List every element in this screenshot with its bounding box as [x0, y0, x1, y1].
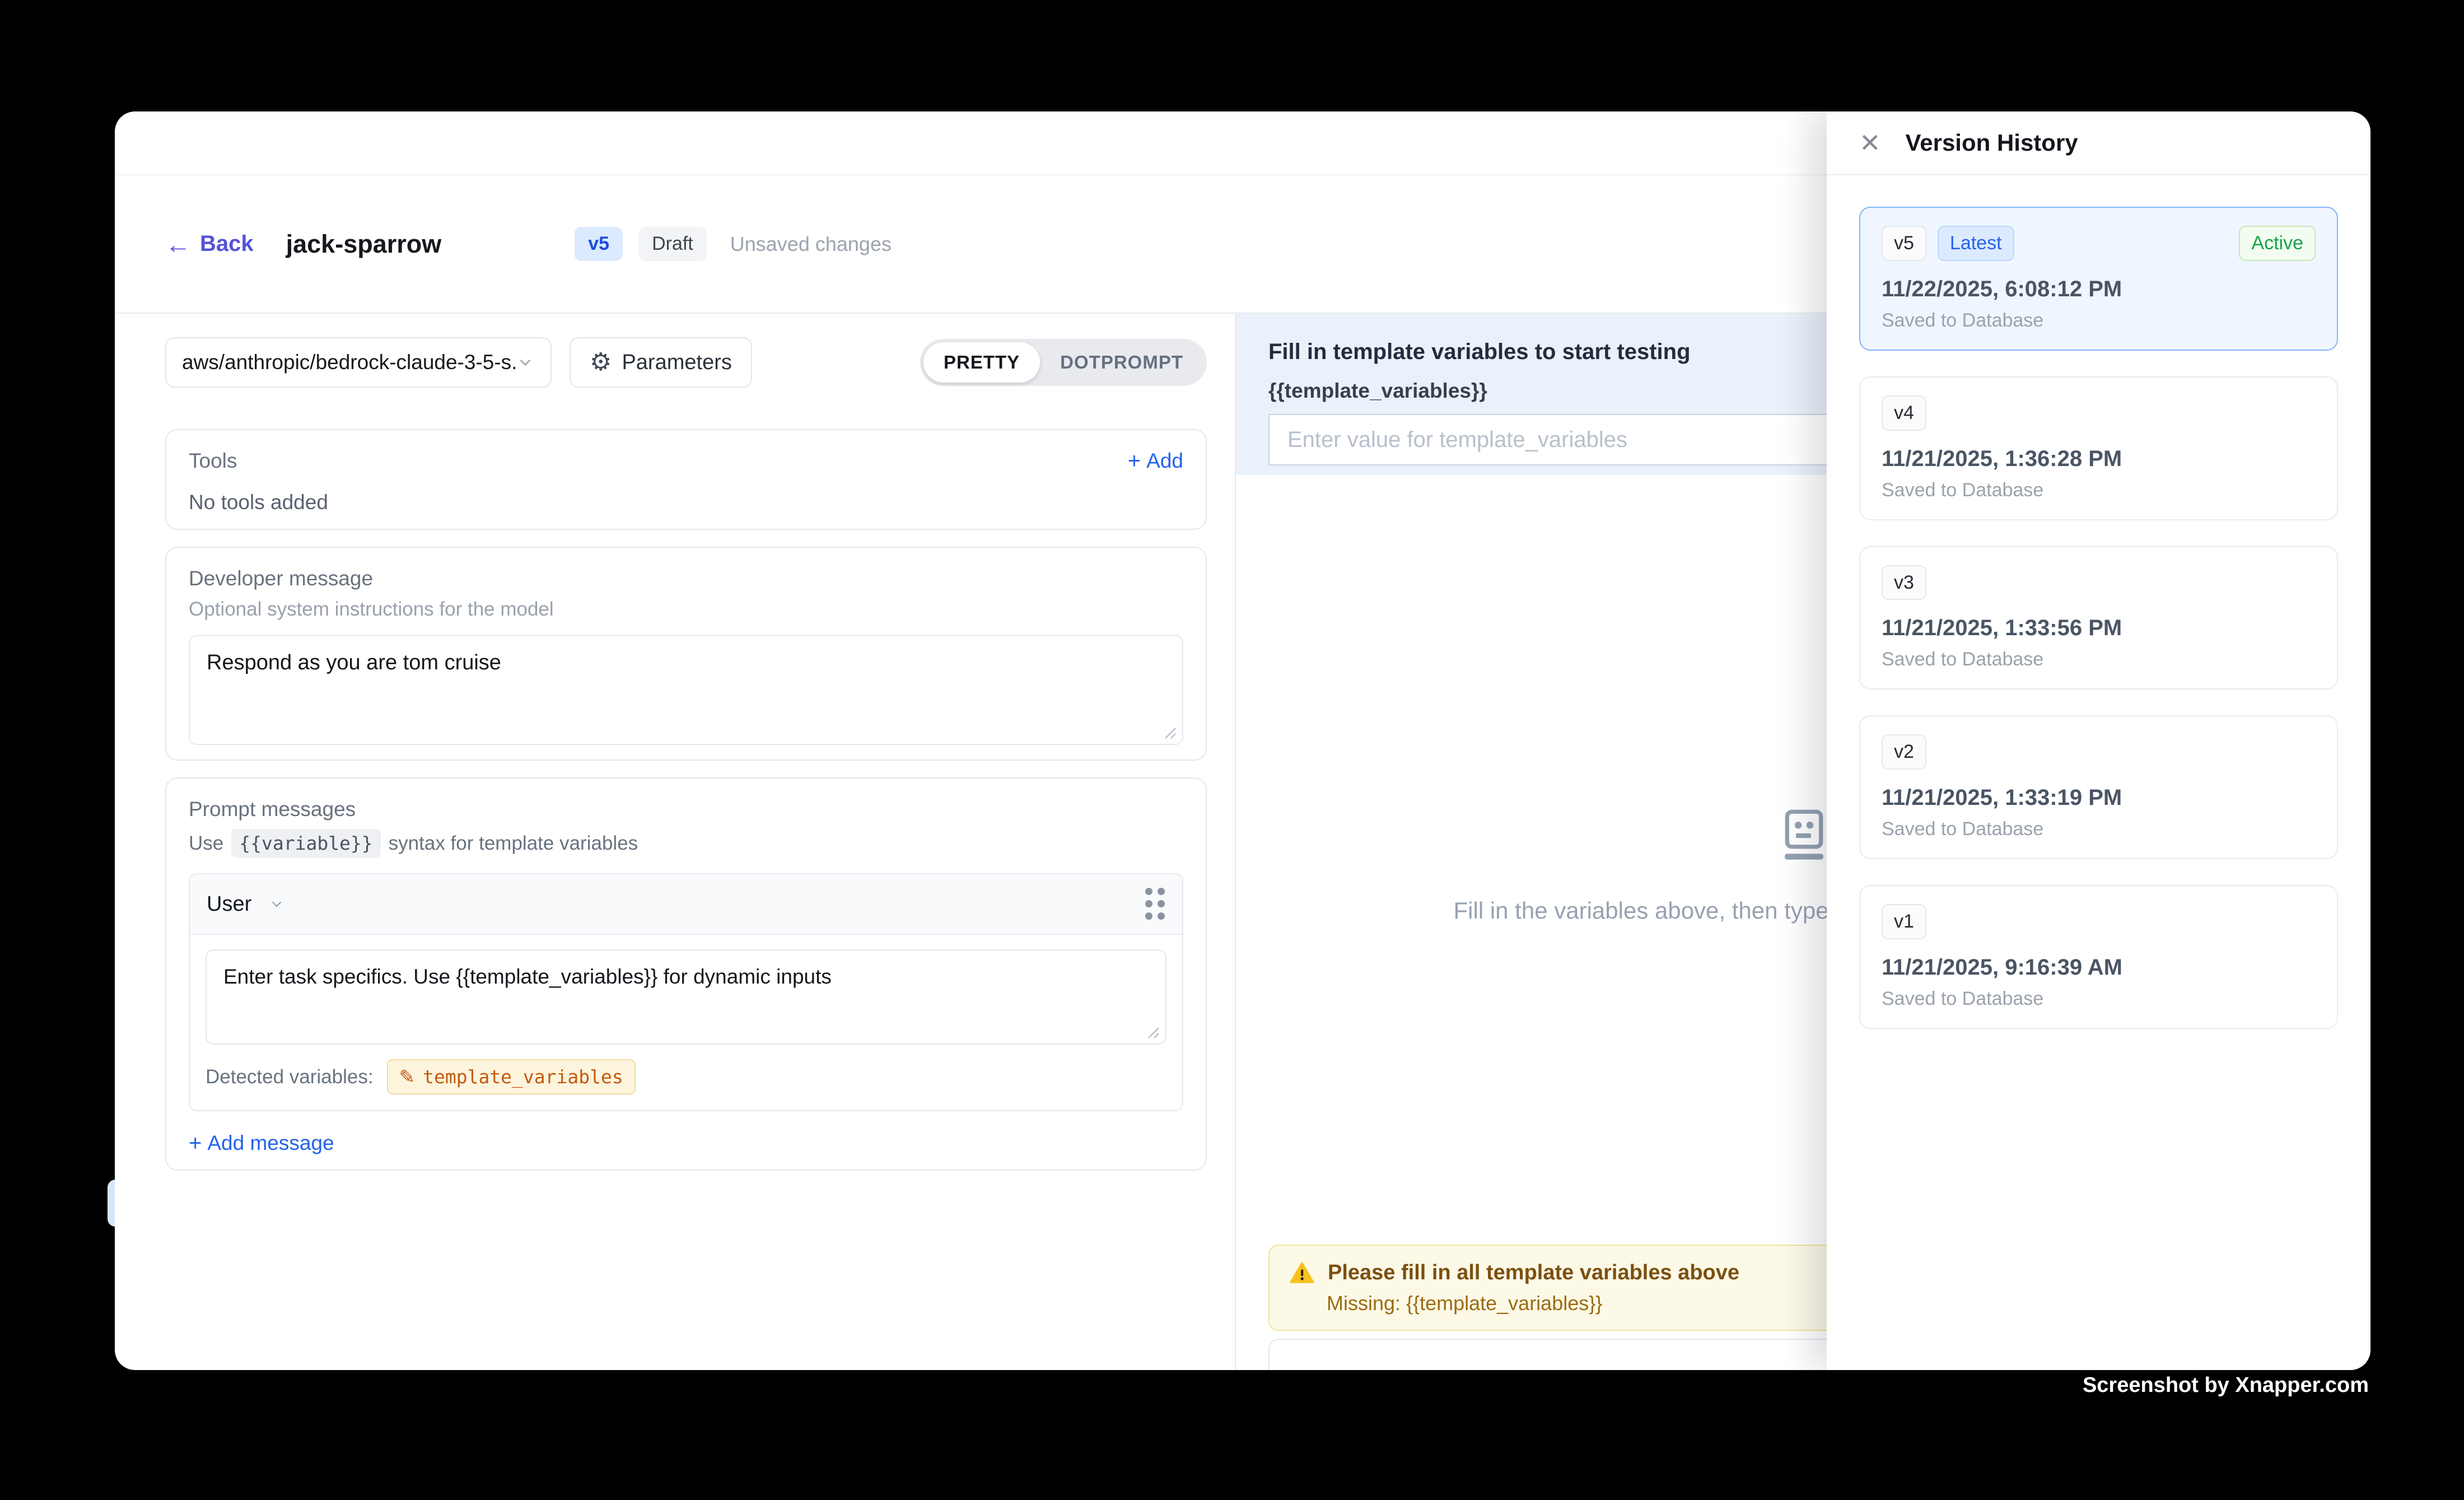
- warning-title: Please fill in all template variables ab…: [1328, 1261, 1739, 1285]
- bot-face-icon: [1775, 809, 1831, 865]
- add-tool-button[interactable]: + Add: [1128, 449, 1183, 473]
- version-tag: v2: [1882, 734, 1926, 770]
- developer-message-description: Optional system instructions for the mod…: [189, 598, 1183, 621]
- version-list: v5 Latest Active 11/22/2025, 6:08:12 PM …: [1827, 175, 2370, 1086]
- version-card[interactable]: v1 11/21/2025, 9:16:39 AM Saved to Datab…: [1859, 885, 2338, 1029]
- version-history-title: Version History: [1906, 129, 2078, 156]
- tools-label: Tools: [189, 449, 237, 473]
- version-history-header: ✕ Version History: [1827, 111, 2370, 175]
- tools-header: Tools + Add: [189, 449, 1183, 473]
- version-tag: v5: [1882, 226, 1926, 261]
- tools-card: Tools + Add No tools added: [165, 429, 1207, 530]
- toggle-dotprompt[interactable]: DOTPROMPT: [1040, 342, 1203, 383]
- developer-message-textarea[interactable]: Respond as you are tom cruise: [189, 635, 1183, 745]
- tools-empty-text: No tools added: [189, 491, 1183, 514]
- back-label: Back: [200, 231, 254, 257]
- version-timestamp: 11/22/2025, 6:08:12 PM: [1882, 277, 2316, 302]
- version-history-panel: ✕ Version History v5 Latest Active 11/22…: [1827, 111, 2370, 1370]
- message-value: Enter task specifics. Use {{template_var…: [223, 965, 1149, 989]
- message-body: Enter task specifics. Use {{template_var…: [190, 935, 1182, 1056]
- draft-badge: Draft: [638, 227, 707, 261]
- prompt-messages-label: Prompt messages: [189, 798, 1183, 821]
- detected-variables-row: Detected variables: ✎ template_variables: [190, 1056, 1182, 1110]
- toggle-pretty[interactable]: PRETTY: [923, 342, 1040, 383]
- parameters-button[interactable]: ⚙ Parameters: [570, 337, 752, 388]
- syntax-hint-suffix: syntax for template variables: [389, 832, 638, 855]
- version-badge: v5: [575, 227, 623, 261]
- version-note: Saved to Database: [1882, 310, 2316, 332]
- warning-icon: [1290, 1260, 1314, 1285]
- parameters-label: Parameters: [622, 351, 731, 375]
- message-block: User Enter task specifics. Use {{templat…: [189, 873, 1183, 1111]
- active-badge: Active: [2239, 226, 2316, 261]
- variable-chip-name: template_variables: [423, 1066, 623, 1088]
- message-textarea[interactable]: Enter task specifics. Use {{template_var…: [206, 949, 1166, 1045]
- version-tag: v1: [1882, 904, 1926, 939]
- back-arrow-icon: ←: [165, 231, 191, 257]
- plus-icon: +: [189, 1132, 202, 1154]
- chevron-down-icon[interactable]: [268, 896, 285, 912]
- add-message-label: Add message: [207, 1131, 334, 1155]
- version-card[interactable]: v4 11/21/2025, 1:36:28 PM Saved to Datab…: [1859, 376, 2338, 520]
- version-note: Saved to Database: [1882, 988, 2316, 1010]
- model-toolbar: aws/anthropic/bedrock-claude-3-5-s... ⚙ …: [165, 337, 1207, 388]
- developer-message-label: Developer message: [189, 567, 1183, 590]
- version-card[interactable]: v3 11/21/2025, 1:33:56 PM Saved to Datab…: [1859, 546, 2338, 690]
- add-tool-label: Add: [1146, 449, 1183, 473]
- unsaved-changes-label: Unsaved changes: [730, 232, 892, 256]
- developer-message-value: Respond as you are tom cruise: [207, 651, 1165, 675]
- add-message-button[interactable]: + Add message: [189, 1131, 1183, 1155]
- close-icon[interactable]: ✕: [1859, 130, 1881, 156]
- model-select[interactable]: aws/anthropic/bedrock-claude-3-5-s...: [165, 337, 552, 388]
- version-card[interactable]: v5 Latest Active 11/22/2025, 6:08:12 PM …: [1859, 207, 2338, 351]
- version-tag: v3: [1882, 565, 1926, 600]
- version-note: Saved to Database: [1882, 479, 2316, 501]
- message-header: User: [190, 874, 1182, 935]
- chevron-down-icon: [516, 353, 535, 372]
- prompt-editor-pane: aws/anthropic/bedrock-claude-3-5-s... ⚙ …: [115, 314, 1236, 1370]
- variable-chip[interactable]: ✎ template_variables: [387, 1059, 636, 1094]
- resize-handle-icon[interactable]: [1145, 1024, 1160, 1039]
- version-timestamp: 11/21/2025, 9:16:39 AM: [1882, 955, 2316, 980]
- drag-handle-icon[interactable]: [1145, 888, 1165, 920]
- version-timestamp: 11/21/2025, 1:36:28 PM: [1882, 446, 2316, 472]
- screen: ← Back jack-sparrow v5 Draft Unsaved cha…: [0, 0, 2464, 1500]
- app-window: ← Back jack-sparrow v5 Draft Unsaved cha…: [115, 111, 2370, 1370]
- version-timestamp: 11/21/2025, 1:33:19 PM: [1882, 785, 2316, 810]
- syntax-hint: Use {{variable}} syntax for template var…: [189, 829, 1183, 858]
- version-timestamp: 11/21/2025, 1:33:56 PM: [1882, 616, 2316, 641]
- detected-variables-label: Detected variables:: [206, 1066, 374, 1088]
- syntax-hint-prefix: Use: [189, 832, 223, 855]
- version-note: Saved to Database: [1882, 649, 2316, 670]
- version-note: Saved to Database: [1882, 818, 2316, 840]
- prompt-messages-card: Prompt messages Use {{variable}} syntax …: [165, 777, 1207, 1171]
- pencil-icon: ✎: [399, 1068, 416, 1087]
- version-tag: v4: [1882, 395, 1926, 431]
- model-select-value: aws/anthropic/bedrock-claude-3-5-s...: [182, 351, 516, 374]
- syntax-code-chip: {{variable}}: [231, 829, 380, 858]
- resize-handle-icon[interactable]: [1162, 725, 1177, 739]
- watermark: Screenshot by Xnapper.com: [2083, 1373, 2369, 1397]
- version-card[interactable]: v2 11/21/2025, 1:33:19 PM Saved to Datab…: [1859, 715, 2338, 859]
- gear-icon: ⚙: [590, 350, 612, 375]
- plus-icon: +: [1128, 450, 1141, 472]
- format-toggle: PRETTY DOTPROMPT: [920, 339, 1207, 386]
- latest-badge: Latest: [1938, 226, 2014, 261]
- page-title: jack-sparrow: [286, 230, 442, 259]
- back-button[interactable]: ← Back: [165, 231, 254, 257]
- message-role-select[interactable]: User: [207, 892, 251, 916]
- developer-message-card: Developer message Optional system instru…: [165, 547, 1207, 761]
